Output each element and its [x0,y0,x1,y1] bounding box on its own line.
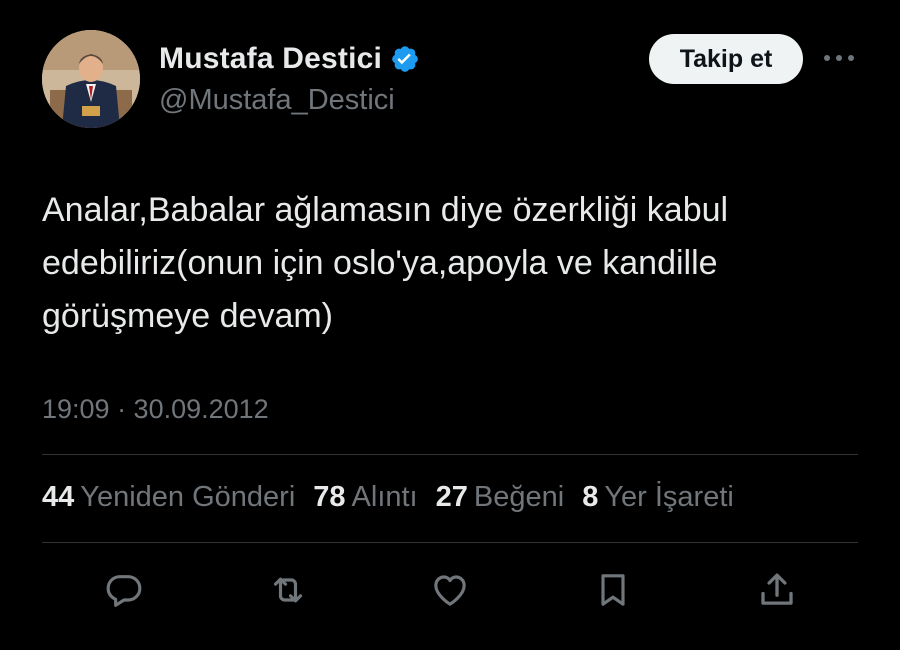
stat-count: 78 [313,481,346,513]
divider [42,454,858,455]
share-icon[interactable] [755,566,799,614]
stat-bookmarks[interactable]: 8 Yer İşareti [582,481,734,514]
stat-likes[interactable]: 27 Beğeni [436,481,565,514]
stat-label: Yeniden Gönderi [80,481,296,513]
divider [42,542,858,543]
tweet-timestamp[interactable]: 19:09 · 30.09.2012 [42,394,269,425]
tweet-text: Analar,Babalar ağlamasın diye özerkliği … [42,191,729,335]
action-bar [0,566,900,616]
heart-icon[interactable] [428,566,472,614]
reply-icon[interactable] [102,566,146,614]
tweet-detail: Mustafa Destici @Mustafa_Destici Takip e… [0,0,900,650]
profile-photo-icon [42,30,140,128]
verified-badge-icon [390,44,420,74]
author-display-name[interactable]: Mustafa Destici [159,42,382,76]
bookmark-icon[interactable] [591,566,635,614]
retweet-icon[interactable] [266,566,310,614]
stat-label: Yer İşareti [604,481,734,513]
author-handle[interactable]: @Mustafa_Destici [159,84,395,117]
engagement-stats: 44 Yeniden Gönderi 78 Alıntı 27 Beğeni 8 Yer… [42,481,752,514]
stat-count: 8 [582,481,599,513]
stat-quotes[interactable]: 78 Alıntı [313,481,417,514]
stat-retweets[interactable]: 44 Yeniden Gönderi [42,481,295,514]
author-name-row[interactable]: Mustafa Destici [159,42,420,76]
follow-button[interactable]: Takip et [649,34,803,84]
avatar[interactable] [42,30,140,128]
stat-label: Alıntı [351,481,418,513]
stat-count: 44 [42,481,75,513]
stat-label: Beğeni [473,481,565,513]
stat-count: 27 [435,481,468,513]
more-horizontal-icon[interactable] [822,45,856,71]
